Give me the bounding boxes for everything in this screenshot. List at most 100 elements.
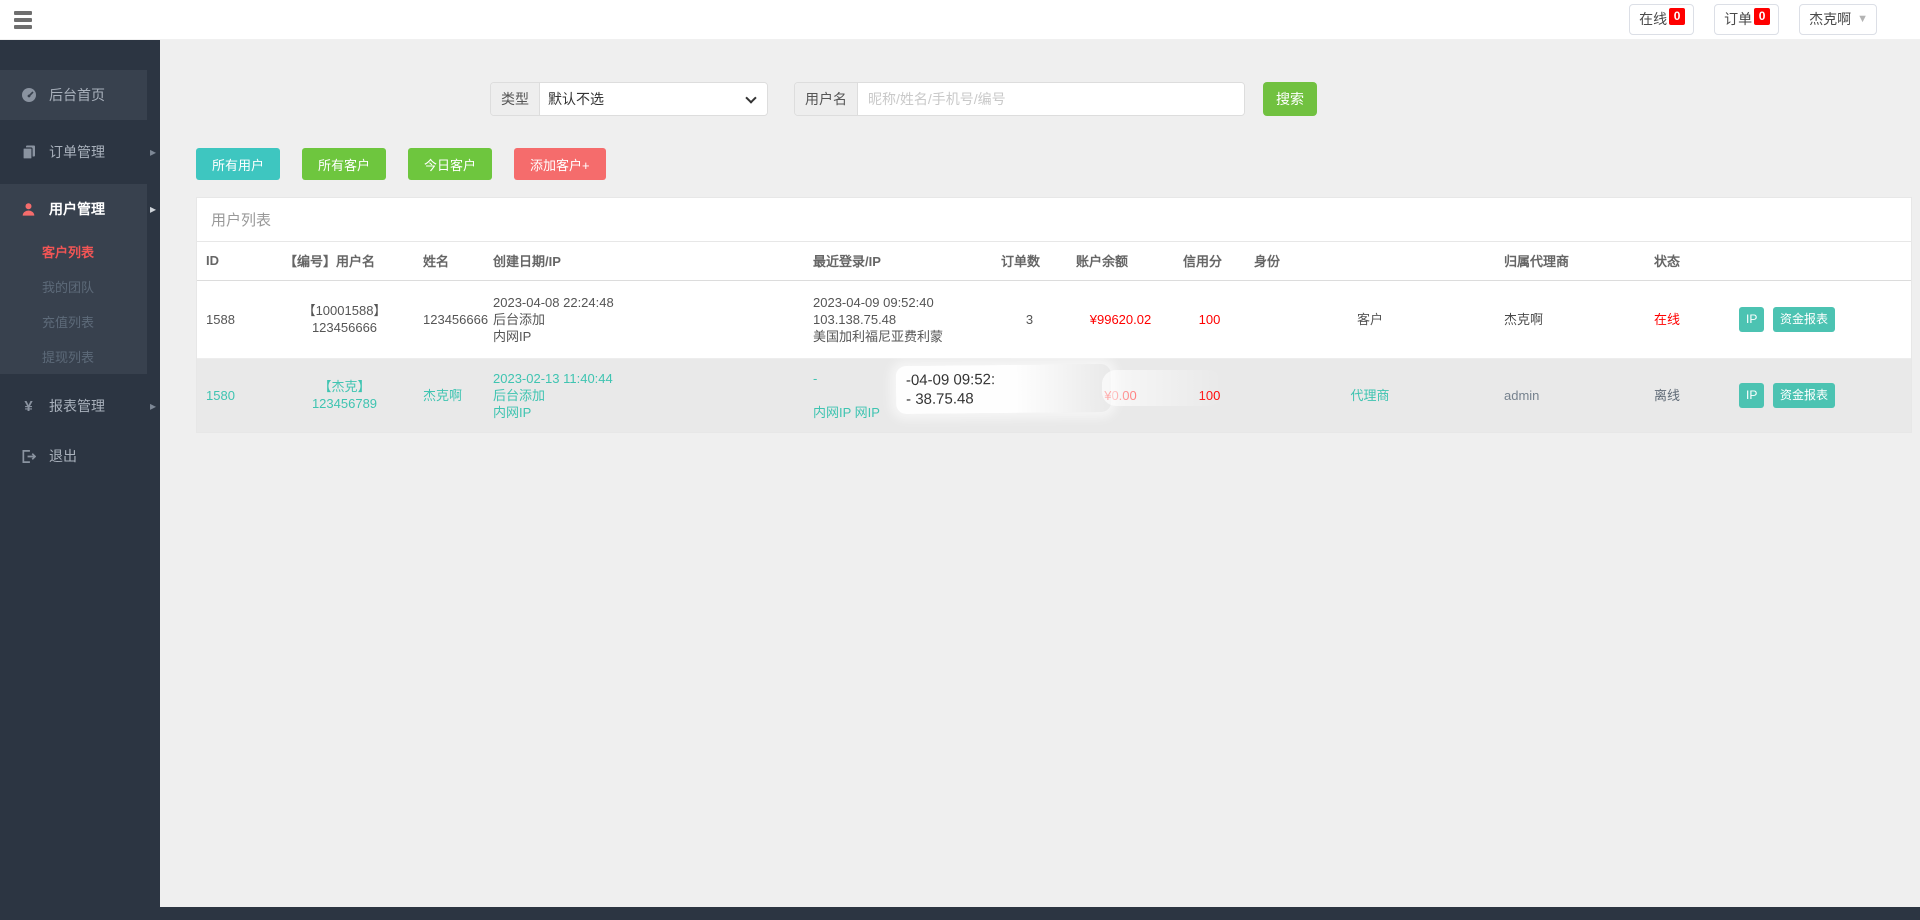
cell-created: 2023-02-13 11:40:44 后台添加 内网IP	[493, 370, 613, 420]
logout-icon	[20, 449, 37, 464]
chevron-right-icon: ▸	[149, 202, 156, 216]
cell-role: 客户	[1356, 311, 1383, 327]
orders-count-badge: 0	[1754, 7, 1771, 25]
col-balance: 账户余额	[1067, 242, 1174, 281]
sidebar: 后台首页 订单管理 ▸ 用户管理 ▸ 客户列表 我的团队 充值列表 提现列表 ¥…	[0, 40, 160, 920]
user-list-panel: 用户列表 ID 【编号】用户名 姓名 创建日期/IP 最近登录/IP 订单数 账…	[196, 197, 1912, 433]
chevron-right-icon: ▸	[149, 399, 156, 413]
cell-id: 1588	[206, 311, 235, 327]
col-id: ID	[197, 242, 275, 281]
type-filter-group: 类型 默认不选	[490, 82, 768, 116]
online-count-badge: 0	[1669, 7, 1686, 25]
cell-last-login: 2023-04-09 09:52:40 103.138.75.48 美国加利福尼…	[813, 294, 944, 344]
username-label: 用户名	[795, 83, 858, 115]
table-row[interactable]: 1588 【10001588】 123456666 123456666 2023-…	[197, 280, 1911, 358]
col-actions	[1730, 242, 1911, 281]
sidebar-group-user-mgmt: 用户管理 ▸ 客户列表 我的团队 充值列表 提现列表	[0, 184, 156, 374]
cell-id: 1580	[206, 387, 235, 403]
sidebar-subitem-label: 提现列表	[42, 350, 95, 365]
type-select-wrap: 默认不选	[540, 83, 767, 115]
sidebar-subitem-recharge-list[interactable]: 充值列表	[0, 304, 147, 339]
sidebar-item-label: 退出	[49, 448, 77, 464]
cell-actions: IP 资金报表	[1730, 358, 1911, 432]
sidebar-item-user-mgmt[interactable]: 用户管理 ▸	[0, 184, 156, 234]
ip-button[interactable]: IP	[1739, 306, 1765, 332]
yen-icon: ¥	[24, 397, 33, 415]
sidebar-item-label: 报表管理	[49, 398, 105, 414]
all-customers-button[interactable]: 所有客户	[302, 148, 387, 180]
search-form: 类型 默认不选 用户名 搜索	[490, 82, 1912, 116]
cell-status: 在线	[1654, 311, 1681, 327]
orders-counter[interactable]: 订单 0	[1714, 4, 1780, 35]
sidebar-item-logout[interactable]: 退出	[0, 431, 147, 481]
cell-agent: 杰克啊	[1504, 311, 1544, 327]
cell-status: 离线	[1654, 387, 1681, 403]
sidebar-item-label: 用户管理	[49, 201, 105, 217]
fund-report-button[interactable]: 资金报表	[1772, 306, 1835, 332]
username-group: 用户名	[794, 82, 1245, 116]
bottom-bar	[0, 907, 1920, 920]
user-name: 杰克啊	[1809, 11, 1852, 27]
orders-label: 订单	[1724, 11, 1753, 27]
ip-button[interactable]: IP	[1739, 382, 1765, 408]
dashboard-icon	[20, 87, 37, 103]
drag-ghost-line2: - 38.75.48	[906, 390, 974, 409]
drag-ghost-fade	[1102, 370, 1222, 406]
drag-ghost-line1: -04-09 09:52:	[905, 371, 996, 390]
col-code-user: 【编号】用户名	[275, 242, 414, 281]
sidebar-subitem-label: 我的团队	[42, 280, 95, 295]
topbar: 在线 0 订单 0 杰克啊 ▼	[0, 0, 1920, 40]
col-name: 姓名	[414, 242, 484, 281]
cell-name: 123456666	[423, 311, 489, 327]
panel-title: 用户列表	[197, 198, 1911, 242]
col-role: 身份	[1245, 242, 1495, 281]
cell-code-user: 【10001588】 123456666	[302, 303, 387, 335]
sidebar-item-order-mgmt[interactable]: 订单管理 ▸	[0, 127, 156, 177]
topbar-right: 在线 0 订单 0 杰克啊 ▼	[1629, 4, 1877, 35]
username-input[interactable]	[858, 83, 1244, 115]
actions-row: 所有用户 所有客户 今日客户 添加客户+	[196, 148, 1912, 180]
cell-name: 杰克啊	[423, 387, 463, 403]
hamburger-menu-icon[interactable]	[0, 0, 46, 40]
sidebar-subitem-my-team[interactable]: 我的团队	[0, 269, 147, 304]
col-order-count: 订单数	[992, 242, 1067, 281]
cell-created: 2023-04-08 22:24:48 后台添加 内网IP	[493, 294, 614, 344]
col-status: 状态	[1645, 242, 1730, 281]
drag-ghost-overlay: -04-09 09:52: - 38.75.48	[895, 363, 1112, 415]
user-icon	[20, 202, 37, 217]
main-content: 类型 默认不选 用户名 搜索 所有用户 所有客户 今日客户 添加客户+ 用户列表	[160, 40, 1920, 920]
sidebar-item-report-mgmt[interactable]: ¥ 报表管理 ▸	[0, 381, 156, 431]
sidebar-item-home[interactable]: 后台首页	[0, 70, 147, 120]
chevron-down-icon: ▼	[1857, 13, 1868, 25]
sidebar-subitem-customer-list[interactable]: 客户列表	[0, 234, 147, 269]
orders-icon	[20, 144, 37, 160]
type-label: 类型	[491, 83, 540, 115]
sidebar-item-label: 后台首页	[49, 87, 105, 103]
sidebar-subitem-withdraw-list[interactable]: 提现列表	[0, 339, 147, 374]
cell-order-count: 3	[1025, 311, 1034, 327]
col-created: 创建日期/IP	[484, 242, 804, 281]
cell-role: 代理商	[1350, 387, 1390, 403]
table-header-row: ID 【编号】用户名 姓名 创建日期/IP 最近登录/IP 订单数 账户余额 信…	[197, 242, 1911, 281]
cell-actions: IP 资金报表	[1730, 280, 1911, 358]
add-customer-button[interactable]: 添加客户+	[514, 148, 606, 180]
cell-balance: ¥99620.02	[1089, 311, 1152, 327]
search-button[interactable]: 搜索	[1263, 82, 1317, 116]
cell-credit: 100	[1198, 311, 1221, 327]
col-agent: 归属代理商	[1495, 242, 1645, 281]
user-menu[interactable]: 杰克啊 ▼	[1799, 4, 1877, 35]
all-users-button[interactable]: 所有用户	[196, 148, 281, 180]
sidebar-item-label: 订单管理	[49, 144, 105, 160]
online-counter[interactable]: 在线 0	[1629, 4, 1695, 35]
today-customers-button[interactable]: 今日客户	[408, 148, 493, 180]
online-label: 在线	[1639, 11, 1668, 27]
sidebar-subitem-label: 客户列表	[42, 245, 95, 260]
chevron-right-icon: ▸	[149, 145, 156, 159]
type-select[interactable]: 默认不选	[540, 83, 767, 115]
fund-report-button[interactable]: 资金报表	[1772, 382, 1835, 408]
col-last-login: 最近登录/IP	[804, 242, 992, 281]
col-credit: 信用分	[1174, 242, 1245, 281]
sidebar-subitem-label: 充值列表	[42, 315, 95, 330]
cell-agent: admin	[1504, 387, 1540, 403]
cell-code-user: 【杰克】 123456789	[311, 379, 378, 412]
